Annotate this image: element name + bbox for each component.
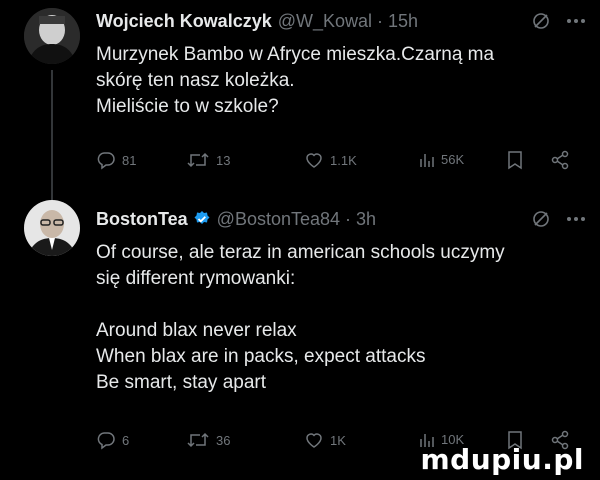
verified-badge-icon [194, 211, 210, 224]
share-button[interactable] [550, 150, 570, 170]
retweet-icon [187, 152, 209, 168]
retweet-button[interactable]: 36 [186, 430, 230, 450]
reply-button[interactable]: 6 [96, 430, 129, 450]
tweet-2[interactable]: BostonTea @BostonTea84 · 3h Of course, a… [0, 200, 600, 480]
like-button[interactable]: 1K [304, 430, 346, 450]
like-icon [306, 433, 322, 448]
grok-icon[interactable] [532, 210, 550, 228]
views-icon [420, 154, 434, 167]
tweet-line [96, 292, 578, 318]
display-name[interactable]: BostonTea [96, 209, 188, 230]
tweet-text: Of course, ale teraz in american schools… [96, 240, 578, 396]
bookmark-icon [508, 151, 522, 170]
avatar[interactable] [24, 8, 80, 64]
retweet-icon [187, 432, 209, 448]
thread-line [51, 70, 53, 200]
reply-icon [97, 432, 115, 450]
tweet-line: Murzynek Bambo w Afryce mieszka.Czarną m… [96, 44, 495, 65]
views-count: 56K [441, 151, 465, 167]
tweet-text: Murzynek Bambo w Afryce mieszka.Czarną m… [96, 42, 578, 120]
reply-count: 81 [122, 152, 137, 168]
reply-icon [97, 152, 115, 170]
tweet-1[interactable]: Wojciech Kowalczyk @W_Kowal · 15h Murzyn… [0, 0, 600, 200]
handle-timestamp[interactable]: @W_Kowal · 15h [278, 11, 418, 32]
display-name[interactable]: Wojciech Kowalczyk [96, 11, 272, 32]
like-count: 1K [330, 432, 346, 448]
tweet-line: się different rymowanki: [96, 268, 296, 289]
tweet-line: Be smart, stay apart [96, 372, 267, 393]
avatar-photo-icon [24, 200, 80, 256]
action-bar: 81 13 1.1K 56K [96, 150, 574, 176]
tweet-line: When blax are in packs, expect attacks [96, 346, 426, 367]
tweet-line: skórę ten nasz koleżka. [96, 70, 295, 91]
retweet-count: 13 [216, 152, 231, 168]
reply-button[interactable]: 81 [96, 150, 136, 170]
reply-count: 6 [122, 432, 130, 448]
tweet-line: Of course, ale teraz in american schools… [96, 242, 505, 263]
like-button[interactable]: 1.1K [304, 150, 357, 170]
avatar-photo-icon [24, 8, 80, 64]
more-icon[interactable] [566, 216, 586, 222]
views-button[interactable]: 56K [419, 150, 464, 168]
like-count: 1.1K [330, 152, 357, 168]
more-icon[interactable] [566, 18, 586, 24]
site-watermark: mdupiu.pl [420, 443, 584, 476]
grok-icon[interactable] [532, 12, 550, 30]
retweet-button[interactable]: 13 [186, 150, 230, 170]
avatar[interactable] [24, 200, 80, 256]
share-icon [551, 150, 569, 170]
retweet-count: 36 [216, 432, 231, 448]
tweet-line: Around blax never relax [96, 320, 297, 341]
bookmark-button[interactable] [506, 150, 524, 170]
handle-timestamp[interactable]: @BostonTea84 · 3h [217, 209, 376, 230]
like-icon [306, 153, 322, 168]
verified-badge [193, 210, 211, 228]
tweet-line: Mieliście to w szkole? [96, 96, 279, 117]
